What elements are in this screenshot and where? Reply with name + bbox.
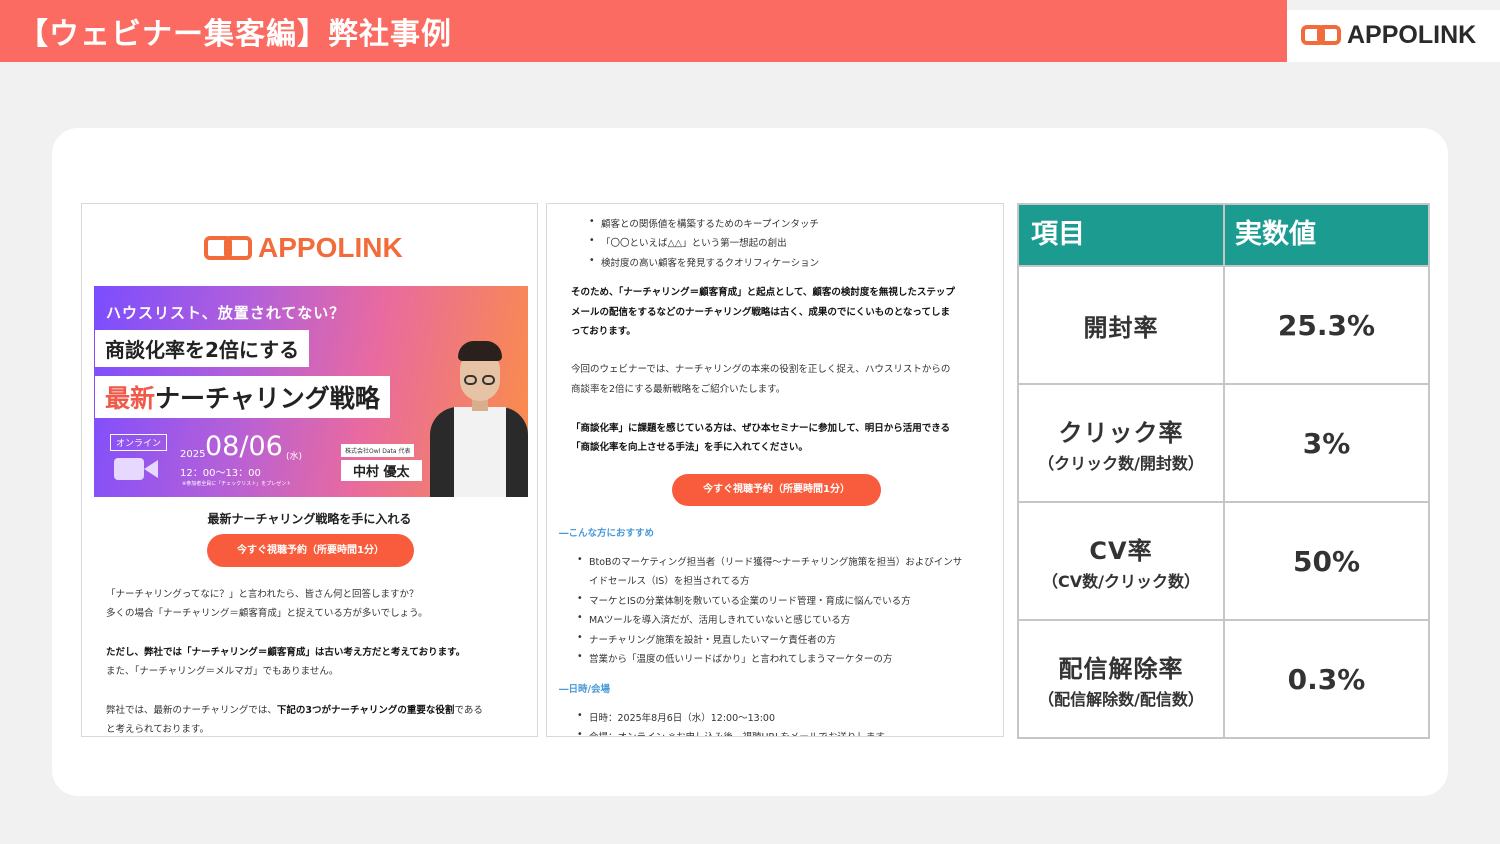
lp-text: 弊社では、最新のナーチャリングでは、下記の3つがナーチャリングの重要な役割である: [106, 705, 483, 716]
banner-title-highlight: 最新: [105, 384, 156, 413]
lp-text: 「商談化率」に課題を感じている方は、ぜひ本セミナーに参加して、明日から活用できる: [571, 423, 951, 434]
metric-sublabel: （クリック数/開封数）: [1038, 453, 1204, 473]
video-camera-icon: [114, 454, 160, 484]
metric-value: 3%: [1302, 426, 1351, 460]
page-title: 【ウェビナー集客編】弊社事例: [18, 17, 452, 52]
list-item-cont: イドセールス（IS）を担当されてる方: [589, 576, 750, 587]
banner-title-rest: ナーチャリング戦略: [155, 384, 380, 413]
results-table: 項目 実数値 開封率 25.3% クリック率 （クリック数/開封数） 3% CV…: [1017, 203, 1430, 739]
appolink-logo-icon: [204, 231, 254, 265]
lp-text: と考えられております。: [106, 724, 209, 735]
header-value: 実数値: [1235, 219, 1316, 250]
lp-text: 「ナーチャリングってなに？」と言われたら、皆さん何と回答しますか？: [106, 589, 419, 600]
banner-subtitle: 商談化率を2倍にする: [95, 330, 310, 367]
speaker-photo: [430, 341, 528, 497]
list-item: 営業から「温度の低いリードばかり」と言われてしまうマーケターの方: [577, 651, 892, 665]
banner-time: 12：00〜13：00: [180, 468, 261, 479]
section-heading: ―こんな方におすすめ: [559, 528, 655, 539]
list-item: 日時：2025年8月6日（水）12:00〜13:00: [577, 710, 775, 724]
lp-screenshot-bottom: 顧客との関係値を構築するためのキープインタッチ 「〇〇といえば△△」という第一想…: [546, 203, 1004, 737]
speaker-name: 中村 優太: [341, 460, 422, 481]
header-item: 項目: [1031, 219, 1085, 250]
banner-year: 2025: [180, 449, 206, 460]
webinar-banner: ハウスリスト、放置されてない？ 商談化率を2倍にする 最新ナーチャリング戦略 オ…: [94, 286, 528, 497]
table-divider: [1223, 205, 1225, 737]
list-item: ナーチャリング施策を設計・見直したいマーケ責任者の方: [577, 632, 836, 646]
lp-text: 商談率を2倍にする最新戦略をご紹介いたします。: [571, 384, 786, 395]
lp-text: 多くの場合「ナーチャリング＝顧客育成」と捉えている方が多いでしょう。: [106, 608, 428, 619]
header-bar: 【ウェビナー集客編】弊社事例: [0, 0, 1287, 62]
header-logo: APPOLINK: [1287, 10, 1500, 62]
metric-label: クリック率: [1058, 418, 1184, 447]
metric-value: 0.3%: [1287, 662, 1366, 696]
metric-value: 50%: [1292, 544, 1361, 578]
metric-label: 開封率: [1083, 313, 1159, 342]
banner-catch: ハウスリスト、放置されてない？: [106, 304, 346, 322]
lp-logo: APPOLINK: [204, 231, 403, 265]
cta-button[interactable]: 今すぐ視聴予約（所要時間1分）: [207, 534, 414, 567]
lp-logo-text: APPOLINK: [258, 232, 403, 263]
lp-text: また、「ナーチャリング＝メルマガ」でもありません。: [106, 666, 339, 677]
banner-note: ※参加者全員に「チェックリスト」をプレゼント: [182, 481, 292, 487]
list-item: 「〇〇といえば△△」という第一想起の創出: [589, 235, 787, 249]
lp-screenshot-top: APPOLINK ハウスリスト、放置されてない？ 商談化率を2倍にする 最新ナー…: [81, 203, 538, 737]
speaker-company: 株式会社Owl Data 代表: [341, 444, 415, 457]
lp-text: そのため、「ナーチャリング＝顧客育成」と起点として、顧客の検討度を無視したステッ…: [571, 287, 955, 298]
banner-day-of-week: (水): [286, 452, 303, 462]
list-item: 検討度の高い顧客を発見するクオリフィケーション: [589, 255, 819, 269]
lp-text: メールの配信をするなどのナーチャリング戦略は古く、成果のでにくいものとなってしま: [571, 307, 950, 318]
online-badge: オンライン: [110, 434, 168, 451]
metric-sublabel: （CV数/クリック数）: [1042, 571, 1200, 591]
lp-text: 今回のウェビナーでは、ナーチャリングの本来の役割を正しく捉え、ハウスリストからの: [571, 364, 951, 375]
lp-text: 「商談化率を向上させる手法」を手に入れてください。: [571, 442, 808, 453]
list-item: マーケとISの分業体制を敷いている企業のリード管理・育成に悩んでいる方: [577, 593, 911, 607]
lp-text: ただし、弊社では「ナーチャリング＝顧客育成」は古い考え方だと考えております。: [106, 647, 466, 658]
cta-button[interactable]: 今すぐ視聴予約（所要時間1分）: [672, 474, 881, 506]
banner-title: 最新ナーチャリング戦略: [95, 376, 390, 418]
banner-date: 08/06: [205, 431, 283, 462]
list-item: 顧客との関係値を構築するためのキープインタッチ: [589, 216, 819, 230]
metric-label: CV率: [1089, 536, 1153, 565]
list-item: 会場：オンライン ※お申し込み後、視聴URLをメールでお送りします: [577, 729, 885, 736]
lp-heading: 最新ナーチャリング戦略を手に入れる: [207, 512, 412, 526]
logo-text: APPOLINK: [1347, 20, 1477, 49]
metric-sublabel: （配信解除数/配信数）: [1038, 689, 1204, 709]
list-item: BtoBのマーケティング担当者（リード獲得〜ナーチャリング施策を担当）およびイン…: [577, 554, 962, 568]
lp-text: っております。: [571, 326, 636, 337]
appolink-logo-icon: [1301, 20, 1343, 50]
list-item: MAツールを導入済だが、活用しきれていないと感じている方: [577, 612, 850, 626]
section-heading: ―日時/会場: [559, 684, 610, 695]
metric-value: 25.3%: [1277, 308, 1376, 342]
metric-label: 配信解除率: [1058, 654, 1184, 683]
